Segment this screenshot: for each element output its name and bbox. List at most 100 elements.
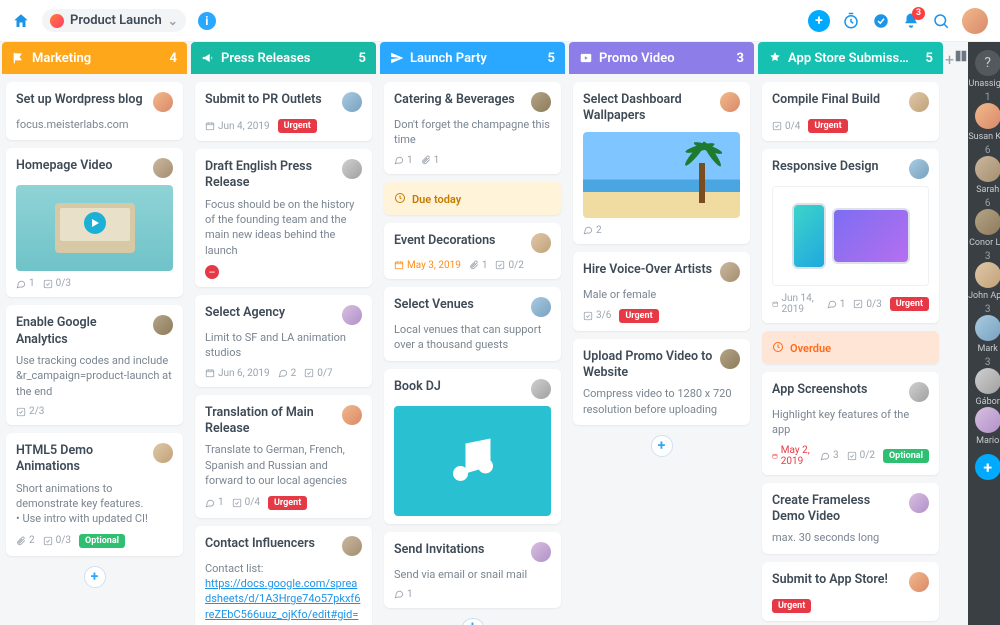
sidebar-member[interactable]: Gábor bbox=[968, 368, 1000, 407]
task-card[interactable]: Submit to PR OutletsJun 4, 2019Urgent bbox=[195, 82, 372, 141]
add-button[interactable]: + bbox=[808, 10, 830, 32]
assignee-avatar[interactable] bbox=[531, 297, 551, 317]
task-card[interactable]: Enable Google AnalyticsUse tracking code… bbox=[6, 305, 183, 425]
assignee-avatar[interactable] bbox=[342, 405, 362, 425]
assignee-avatar[interactable] bbox=[342, 536, 362, 556]
add-card-button[interactable]: + bbox=[651, 435, 673, 457]
column-header[interactable]: Marketing4 bbox=[2, 42, 187, 74]
card-title: Send Invitations bbox=[394, 542, 525, 558]
assignee-avatar[interactable] bbox=[720, 92, 740, 112]
card-footer: 1 bbox=[394, 589, 551, 600]
member-avatar bbox=[975, 407, 1000, 433]
assignee-avatar[interactable] bbox=[153, 443, 173, 463]
task-card[interactable]: Contact InfluencersContact list:https://… bbox=[195, 526, 372, 625]
assignee-avatar[interactable] bbox=[909, 493, 929, 513]
comment-count: 2 bbox=[583, 225, 602, 236]
checklist-progress: 0/3 bbox=[43, 278, 71, 289]
tag-optional: Optional bbox=[883, 449, 929, 463]
user-avatar[interactable] bbox=[962, 8, 988, 34]
sidebar-member[interactable]: Sarah6 bbox=[968, 156, 1000, 209]
column-header[interactable]: Launch Party5 bbox=[380, 42, 565, 74]
add-card-button[interactable]: + bbox=[84, 566, 106, 588]
task-card[interactable]: App ScreenshotsHighlight key features of… bbox=[762, 372, 939, 475]
task-card[interactable]: Select VenuesLocal venues that can suppo… bbox=[384, 287, 561, 361]
column-title: Marketing bbox=[32, 51, 91, 66]
card-footer: Urgent bbox=[772, 599, 929, 613]
card-link[interactable]: https://docs.google.com/spreadsheets/d/1… bbox=[205, 577, 360, 625]
assignee-avatar[interactable] bbox=[531, 233, 551, 253]
card-title: Select Venues bbox=[394, 297, 525, 313]
bell-icon[interactable]: 3 bbox=[902, 12, 920, 30]
assignee-avatar[interactable] bbox=[909, 382, 929, 402]
column-header[interactable]: Promo Video3 bbox=[569, 42, 754, 74]
assignee-avatar[interactable] bbox=[909, 92, 929, 112]
member-task-count: 1 bbox=[985, 92, 991, 103]
task-card[interactable]: Translation of Main ReleaseTranslate to … bbox=[195, 395, 372, 518]
search-icon[interactable] bbox=[932, 12, 950, 30]
view-toggle-icon[interactable] bbox=[954, 42, 968, 625]
assignee-avatar[interactable] bbox=[153, 158, 173, 178]
card-footer: May 3, 201910/2 bbox=[394, 260, 551, 271]
assignee-avatar[interactable] bbox=[909, 572, 929, 592]
add-member-button[interactable]: + bbox=[975, 454, 1000, 480]
task-card[interactable]: Upload Promo Video to WebsiteCompress vi… bbox=[573, 339, 750, 425]
checklist-progress: 0/2 bbox=[847, 450, 875, 461]
assignee-avatar[interactable] bbox=[531, 542, 551, 562]
task-card[interactable]: Hire Voice-Over ArtistsMale or female3/6… bbox=[573, 252, 750, 331]
sidebar-member[interactable]: Mario bbox=[968, 407, 1000, 446]
sidebar-member[interactable]: Conor L…3 bbox=[968, 209, 1000, 262]
task-card[interactable]: Homepage Video10/3 bbox=[6, 148, 183, 297]
assignee-avatar[interactable] bbox=[342, 305, 362, 325]
assignee-avatar[interactable] bbox=[720, 262, 740, 282]
add-card-button[interactable]: + bbox=[462, 618, 484, 625]
clock-icon bbox=[394, 192, 406, 207]
info-icon[interactable]: i bbox=[198, 12, 216, 30]
assignee-avatar[interactable] bbox=[531, 379, 551, 399]
assignee-avatar[interactable] bbox=[153, 315, 173, 335]
sidebar-member[interactable]: Mark3 bbox=[968, 315, 1000, 368]
task-card[interactable]: HTML5 Demo AnimationsShort animations to… bbox=[6, 433, 183, 556]
column-press-releases: Press Releases5 Submit to PR OutletsJun 4… bbox=[191, 42, 376, 625]
card-description: Use tracking codes and include &r_campai… bbox=[16, 353, 173, 399]
assignee-avatar[interactable] bbox=[342, 92, 362, 112]
sidebar-member[interactable]: John Ap…3 bbox=[968, 262, 1000, 315]
attachment-count: 1 bbox=[421, 155, 440, 166]
tag-urgent: Urgent bbox=[278, 119, 317, 133]
comment-count: 3 bbox=[820, 450, 839, 461]
assignee-avatar[interactable] bbox=[909, 159, 929, 179]
task-card[interactable]: Book DJ bbox=[384, 369, 561, 524]
task-card[interactable]: Catering & BeveragesDon't forget the cha… bbox=[384, 82, 561, 174]
card-title: Responsive Design bbox=[772, 159, 903, 175]
task-card[interactable]: Select Dashboard Wallpapers2 bbox=[573, 82, 750, 244]
comment-count: 1 bbox=[16, 278, 35, 289]
card-description: Short animations to demonstrate key feat… bbox=[16, 481, 173, 527]
member-name: Gábor bbox=[976, 397, 1000, 407]
task-card[interactable]: Send InvitationsSend via email or snail … bbox=[384, 532, 561, 608]
add-column-button[interactable]: + bbox=[945, 42, 954, 625]
assignee-avatar[interactable] bbox=[153, 92, 173, 112]
card-description: Limit to SF and LA animation studios bbox=[205, 330, 362, 361]
task-card[interactable]: Create Frameless Demo Videomax. 30 secon… bbox=[762, 483, 939, 554]
sidebar-member[interactable]: ?Unassig…1 bbox=[968, 50, 1000, 103]
timer-icon[interactable] bbox=[842, 12, 860, 30]
assignee-avatar[interactable] bbox=[531, 92, 551, 112]
card-footer: 20/3Optional bbox=[16, 534, 173, 548]
task-card[interactable]: Select AgencyLimit to SF and LA animatio… bbox=[195, 295, 372, 387]
project-selector[interactable]: Product Launch ⌄ bbox=[42, 9, 186, 32]
column-header[interactable]: Press Releases5 bbox=[191, 42, 376, 74]
card-description: Male or female bbox=[583, 287, 740, 302]
task-card[interactable]: Draft English Press ReleaseFocus should … bbox=[195, 149, 372, 287]
card-title: Submit to App Store! bbox=[772, 572, 903, 588]
task-card[interactable]: Submit to App Store! Urgent bbox=[762, 562, 939, 621]
check-circle-icon[interactable] bbox=[872, 12, 890, 30]
task-card[interactable]: Responsive DesignJun 14, 201910/3Urgent bbox=[762, 149, 939, 323]
project-name: Product Launch bbox=[70, 13, 162, 28]
task-card[interactable]: Event DecorationsMay 3, 201910/2 bbox=[384, 223, 561, 279]
assignee-avatar[interactable] bbox=[342, 159, 362, 179]
assignee-avatar[interactable] bbox=[720, 349, 740, 369]
column-header[interactable]: App Store Submiss…5 bbox=[758, 42, 943, 74]
home-icon[interactable] bbox=[12, 12, 30, 30]
sidebar-member[interactable]: Susan K…6 bbox=[968, 103, 1000, 156]
task-card[interactable]: Compile Final Build0/4Urgent bbox=[762, 82, 939, 141]
task-card[interactable]: Set up Wordpress blogfocus.meisterlabs.c… bbox=[6, 82, 183, 140]
